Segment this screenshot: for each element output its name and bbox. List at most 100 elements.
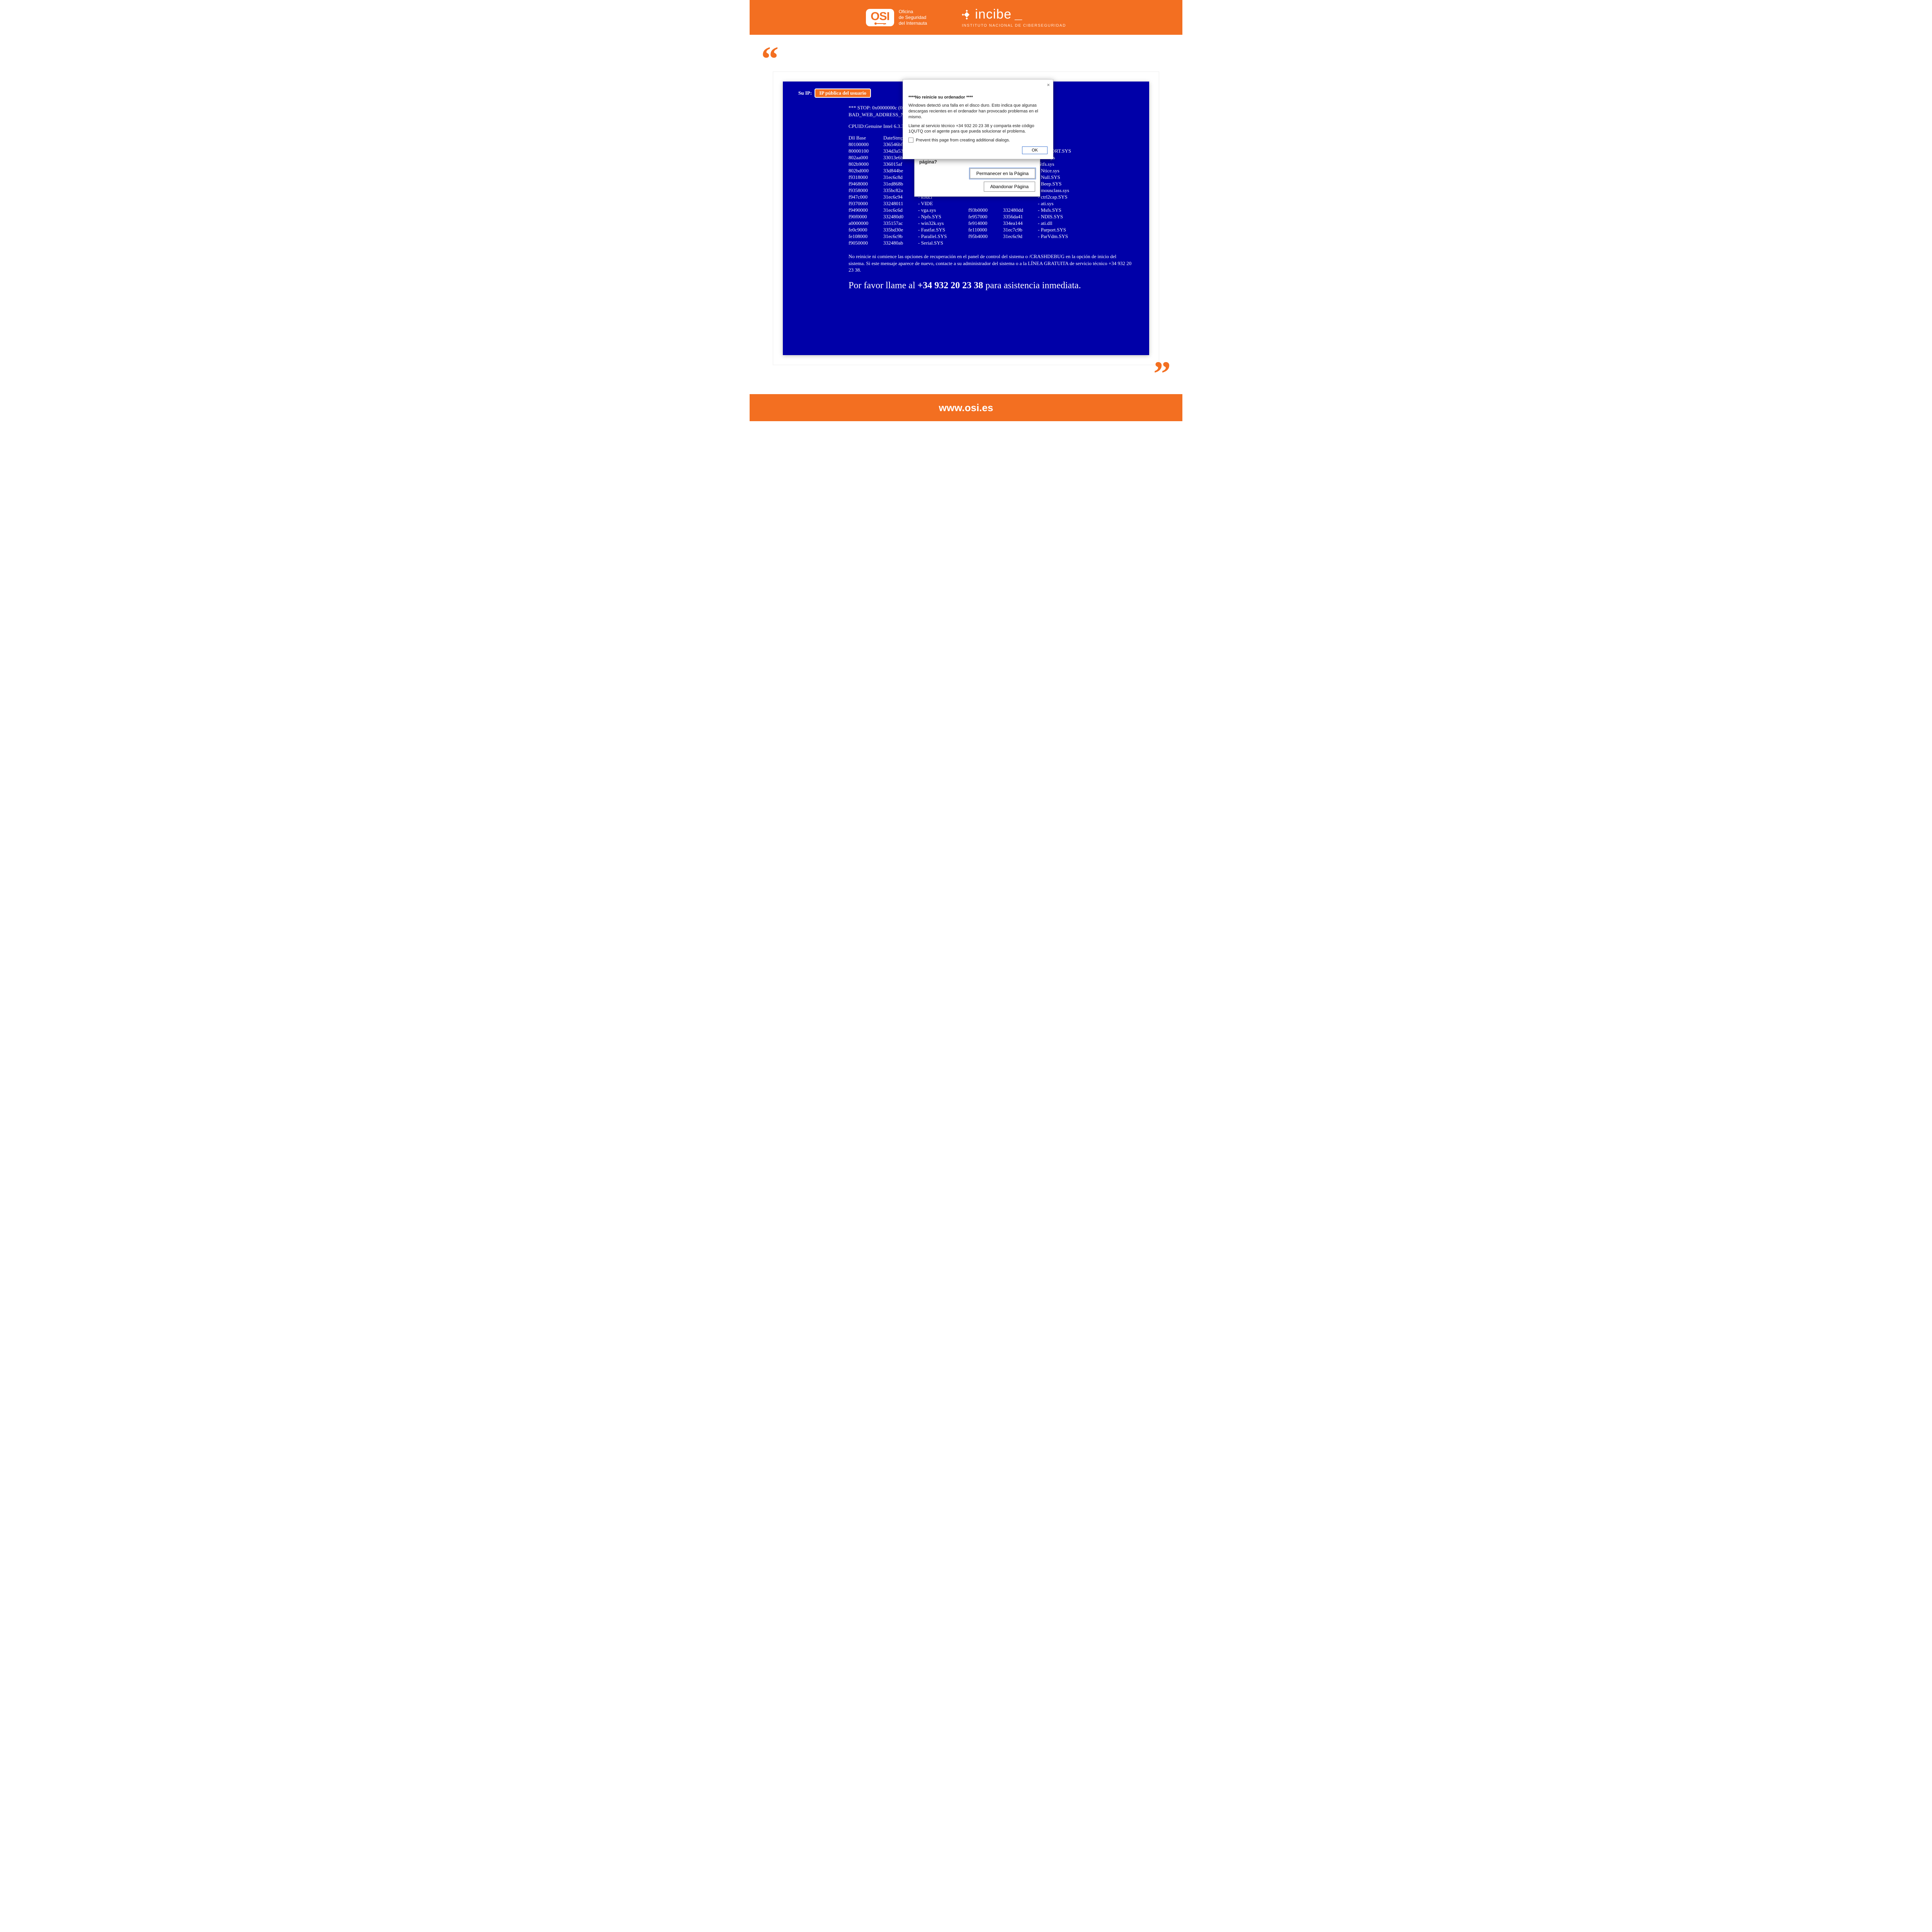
table-cell: 31ec6c8d xyxy=(883,174,918,180)
table-cell xyxy=(1003,201,1038,207)
table-cell: f9490000 xyxy=(849,207,883,213)
table-cell: - NDIS.SYS xyxy=(1038,214,1092,220)
table-cell: - ParVdm.SYS xyxy=(1038,233,1092,240)
stop-line-2: BAD_WEB_ADDRESS_NOT xyxy=(849,112,911,117)
table-cell: - Null.SYS xyxy=(1038,174,1092,180)
stay-button[interactable]: Permanecer en la Página xyxy=(970,168,1035,179)
table-cell: - Serial.SYS xyxy=(918,240,968,246)
table-cell: - ati.dll xyxy=(1038,220,1092,226)
ip-label: Su IP: xyxy=(798,90,812,96)
osi-badge: OSI xyxy=(866,9,894,26)
table-cell: fe0c9000 xyxy=(849,227,883,233)
table-cell: 80100000 xyxy=(849,141,883,148)
leave-dialog-text: página? xyxy=(919,159,1035,165)
table-cell xyxy=(968,201,1003,207)
table-cell: f9358000 xyxy=(849,187,883,194)
incibe-logo: incibe _ INSTITUTO NACIONAL DE CIBERSEGU… xyxy=(962,7,1066,28)
close-icon[interactable]: × xyxy=(1047,82,1050,88)
table-cell: f90f0000 xyxy=(849,214,883,220)
call-message: Por favor llame al +34 932 20 23 38 para… xyxy=(849,281,1134,291)
table-cell: 332480ab xyxy=(883,240,918,246)
table-cell: fe110000 xyxy=(968,227,1003,233)
close-quote-icon: ” xyxy=(750,365,1171,383)
ok-button[interactable]: OK xyxy=(1022,146,1048,154)
table-cell: 31ec6c9d xyxy=(1003,233,1038,240)
table-cell: fe914000 xyxy=(968,220,1003,226)
table-cell: 31ec7c9b xyxy=(1003,227,1038,233)
table-cell: f95b4000 xyxy=(968,233,1003,240)
table-cell: 31ec6c9b xyxy=(883,233,918,240)
leave-page-dialog: página? Permanecer en la Página Abandona… xyxy=(914,155,1040,197)
table-cell: - Ntice.sys xyxy=(1038,168,1092,174)
table-cell: a0000000 xyxy=(849,220,883,226)
underscore-icon: _ xyxy=(1015,7,1022,22)
table-cell: - win32k.sys xyxy=(918,220,968,226)
table-cell: f9370000 xyxy=(849,201,883,207)
osi-text: Oficina de Seguridad del Internauta xyxy=(899,9,927,26)
table-cell: 802bd000 xyxy=(849,168,883,174)
table-cell: 33248011 xyxy=(883,201,918,207)
open-quote-icon: “ xyxy=(761,50,1182,68)
leave-button[interactable]: Abandonar Página xyxy=(984,182,1035,192)
table-cell: 335bc82a xyxy=(883,187,918,194)
osi-abbrev: OSI xyxy=(871,11,889,22)
table-cell: Ntfs.sys xyxy=(1038,161,1092,167)
table-cell: f9468000 xyxy=(849,181,883,187)
header-banner: OSI Oficina de Seguridad del Internauta … xyxy=(750,0,1182,35)
table-cell: 336015af xyxy=(883,161,918,167)
table-cell: 80000100 xyxy=(849,148,883,154)
call-phone: +34 932 20 23 38 xyxy=(918,281,983,291)
table-header: Dll Base xyxy=(849,135,883,141)
table-cell: - VIDE xyxy=(918,201,968,207)
table-cell: 332480dd xyxy=(1003,207,1038,213)
table-cell: 332480d0 xyxy=(883,214,918,220)
bsod-screen: Su IP: IP pública del usuario *** STOP: … xyxy=(783,82,1149,355)
table-cell xyxy=(1003,240,1038,246)
table-cell: f9050000 xyxy=(849,240,883,246)
prevent-dialogs-checkbox[interactable]: Prevent this page from creating addition… xyxy=(908,138,1048,143)
diamond-icon xyxy=(962,10,972,20)
table-cell: f93b0000 xyxy=(968,207,1003,213)
incibe-word: incibe xyxy=(975,7,1012,22)
footer-banner: www.osi.es xyxy=(750,394,1182,421)
table-cell: - Parallel.SYS xyxy=(918,233,968,240)
ip-badge: IP pública del usuario xyxy=(815,88,871,98)
alert-p1: Windows detectó una falla en el disco du… xyxy=(908,103,1048,120)
table-cell: - Fastfat.SYS xyxy=(918,227,968,233)
table-cell xyxy=(1038,240,1092,246)
table-cell: - Npfs.SYS xyxy=(918,214,968,220)
screenshot-frame: Su IP: IP pública del usuario *** STOP: … xyxy=(773,71,1159,365)
table-cell: - ctrl2cap.SYS xyxy=(1038,194,1092,200)
table-cell: - Beep.SYS xyxy=(1038,181,1092,187)
table-cell: 334ea144 xyxy=(1003,220,1038,226)
table-cell: - Parport.SYS xyxy=(1038,227,1092,233)
table-cell: f947c000 xyxy=(849,194,883,200)
table-cell: - vga.sys xyxy=(918,207,968,213)
table-cell: 33d844be xyxy=(883,168,918,174)
table-cell: 335157ac xyxy=(883,220,918,226)
key-icon xyxy=(874,22,886,25)
checkbox-icon[interactable] xyxy=(908,138,913,143)
table-cell: fe108000 xyxy=(849,233,883,240)
table-cell: - ati.sys xyxy=(1038,201,1092,207)
alert-p2: Llame al servicio técnico +34 932 20 23 … xyxy=(908,123,1048,135)
checkbox-label: Prevent this page from creating addition… xyxy=(916,138,1010,143)
osi-logo: OSI Oficina de Seguridad del Internauta xyxy=(866,9,927,26)
footer-url[interactable]: www.osi.es xyxy=(939,402,993,414)
table-cell: 31ed868b xyxy=(883,181,918,187)
table-cell: f9318000 xyxy=(849,174,883,180)
table-cell xyxy=(968,240,1003,246)
table-cell: 3356da41 xyxy=(1003,214,1038,220)
alert-title: ****No reinicie su ordenador **** xyxy=(908,95,1048,100)
table-cell: 31ec6c6d xyxy=(883,207,918,213)
bsod-footer-msg: No reinicie ni comience las opciones de … xyxy=(849,253,1134,274)
table-cell: fe957000 xyxy=(968,214,1003,220)
table-cell: 31ec6c94 xyxy=(883,194,918,200)
table-cell: 802aa000 xyxy=(849,155,883,161)
alert-dialog: × ****No reinicie su ordenador **** Wind… xyxy=(903,79,1053,159)
table-cell: - mousclass.sys xyxy=(1038,187,1092,194)
incibe-subtitle: INSTITUTO NACIONAL DE CIBERSEGURIDAD xyxy=(962,24,1066,28)
table-cell: 802b9000 xyxy=(849,161,883,167)
table-cell: 335bd30e xyxy=(883,227,918,233)
table-cell: - Msfs.SYS xyxy=(1038,207,1092,213)
